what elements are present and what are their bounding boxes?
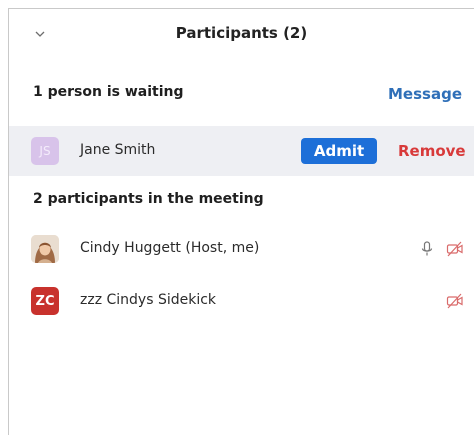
video-off-icon[interactable] xyxy=(446,240,464,258)
participant-name: Jane Smith xyxy=(80,142,156,158)
avatar: ZC xyxy=(31,287,59,315)
participant-name: zzz Cindys Sidekick xyxy=(80,292,217,308)
microphone-icon[interactable] xyxy=(418,240,436,258)
remove-button[interactable]: Remove xyxy=(398,142,466,160)
message-button[interactable]: Message xyxy=(388,85,462,103)
profile-photo-icon xyxy=(31,235,59,263)
admit-button[interactable]: Admit xyxy=(301,138,377,164)
panel-header: Participants (2) xyxy=(9,9,474,61)
avatar xyxy=(31,235,59,263)
panel-title: Participants (2) xyxy=(175,24,308,42)
waiting-heading: 1 person is waiting xyxy=(33,84,184,100)
video-off-icon[interactable] xyxy=(446,292,464,310)
avatar: JS xyxy=(31,137,59,165)
participant-row[interactable]: Cindy Huggett (Host, me) xyxy=(9,227,474,271)
participants-panel: Participants (2) 1 person is waiting Mes… xyxy=(8,8,474,435)
waiting-row: JS Jane Smith Admit Remove xyxy=(9,126,474,176)
meeting-heading: 2 participants in the meeting xyxy=(33,191,264,207)
participant-name: Cindy Huggett (Host, me) xyxy=(80,240,260,256)
participant-row[interactable]: ZC zzz Cindys Sidekick xyxy=(9,279,474,323)
